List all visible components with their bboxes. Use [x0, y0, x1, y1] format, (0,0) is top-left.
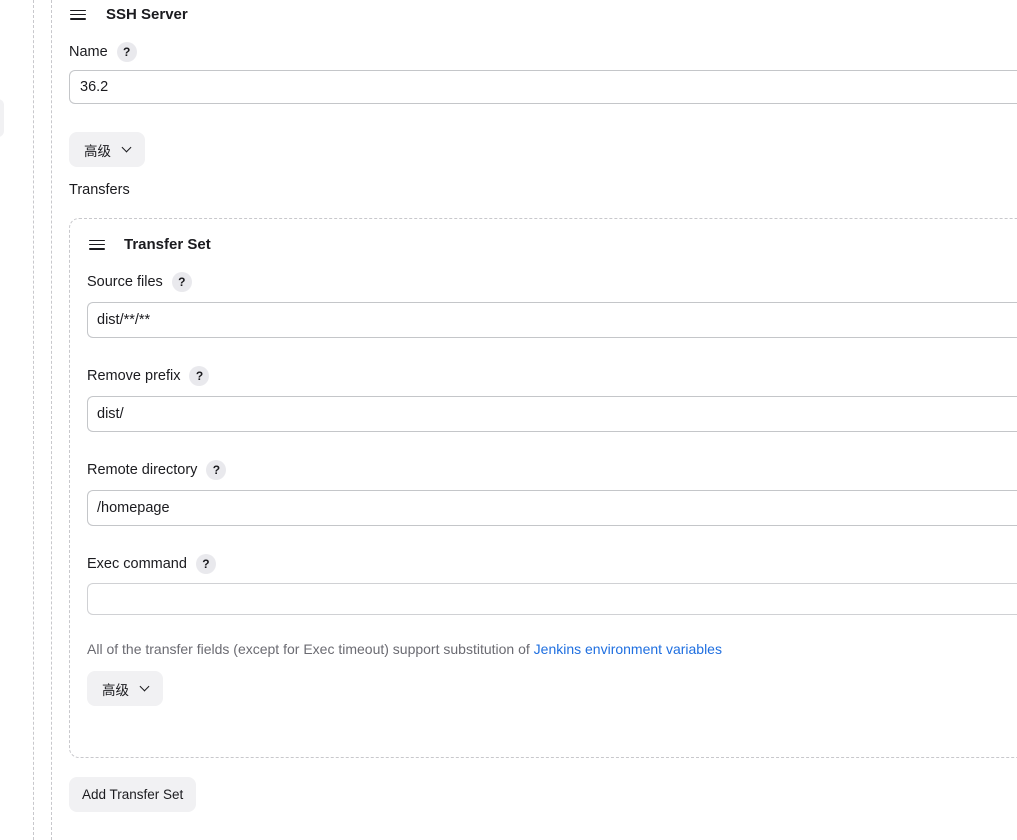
transfer-set-panel	[69, 218, 1017, 758]
transfer-set-title: Transfer Set	[124, 236, 211, 253]
ssh-server-header: SSH Server	[70, 6, 188, 23]
remove-prefix-label: Remove prefix	[87, 368, 181, 384]
remove-prefix-label-row: Remove prefix ?	[87, 366, 210, 386]
remote-directory-input[interactable]	[87, 490, 1017, 526]
transfer-advanced-button[interactable]: 高级	[87, 671, 163, 706]
name-label-row: Name ?	[69, 42, 137, 62]
drag-handle-icon[interactable]	[89, 239, 105, 250]
source-files-input[interactable]	[87, 302, 1017, 338]
add-transfer-set-button[interactable]: Add Transfer Set	[69, 777, 197, 812]
exec-command-input[interactable]	[87, 583, 1017, 615]
page: SSH Server Name ? 高级 Transfers Transfer …	[0, 0, 1017, 840]
jenkins-env-vars-link[interactable]: Jenkins environment variables	[534, 641, 722, 657]
drag-handle-icon[interactable]	[70, 9, 86, 20]
substitution-note-text: All of the transfer fields (except for E…	[87, 641, 534, 657]
remote-directory-help-icon[interactable]: ?	[206, 460, 227, 480]
sidebar-tab[interactable]	[0, 99, 4, 137]
source-files-label-row: Source files ?	[87, 272, 192, 292]
exec-command-label-row: Exec command ?	[87, 554, 216, 574]
remote-directory-label-row: Remote directory ?	[87, 460, 227, 480]
inner-dashed-border	[51, 0, 52, 840]
name-label: Name	[69, 44, 108, 60]
source-files-help-icon[interactable]: ?	[171, 272, 192, 292]
exec-command-help-icon[interactable]: ?	[195, 554, 216, 574]
remote-directory-label: Remote directory	[87, 462, 198, 478]
exec-command-label: Exec command	[87, 556, 187, 572]
transfers-label-row: Transfers	[69, 182, 130, 198]
chevron-down-icon	[121, 142, 132, 153]
ssh-server-title: SSH Server	[106, 6, 188, 23]
source-files-label: Source files	[87, 274, 163, 290]
substitution-note: All of the transfer fields (except for E…	[87, 641, 722, 657]
server-advanced-label: 高级	[84, 143, 111, 159]
remove-prefix-help-icon[interactable]: ?	[189, 366, 210, 386]
outer-dashed-border	[33, 0, 34, 840]
name-help-icon[interactable]: ?	[116, 42, 137, 62]
transfers-label: Transfers	[69, 182, 130, 198]
chevron-down-icon	[139, 681, 150, 692]
server-advanced-button[interactable]: 高级	[69, 132, 145, 167]
transfer-set-header: Transfer Set	[89, 236, 211, 253]
remove-prefix-input[interactable]	[87, 396, 1017, 432]
transfer-advanced-label: 高级	[102, 682, 129, 698]
name-input[interactable]	[69, 70, 1017, 104]
